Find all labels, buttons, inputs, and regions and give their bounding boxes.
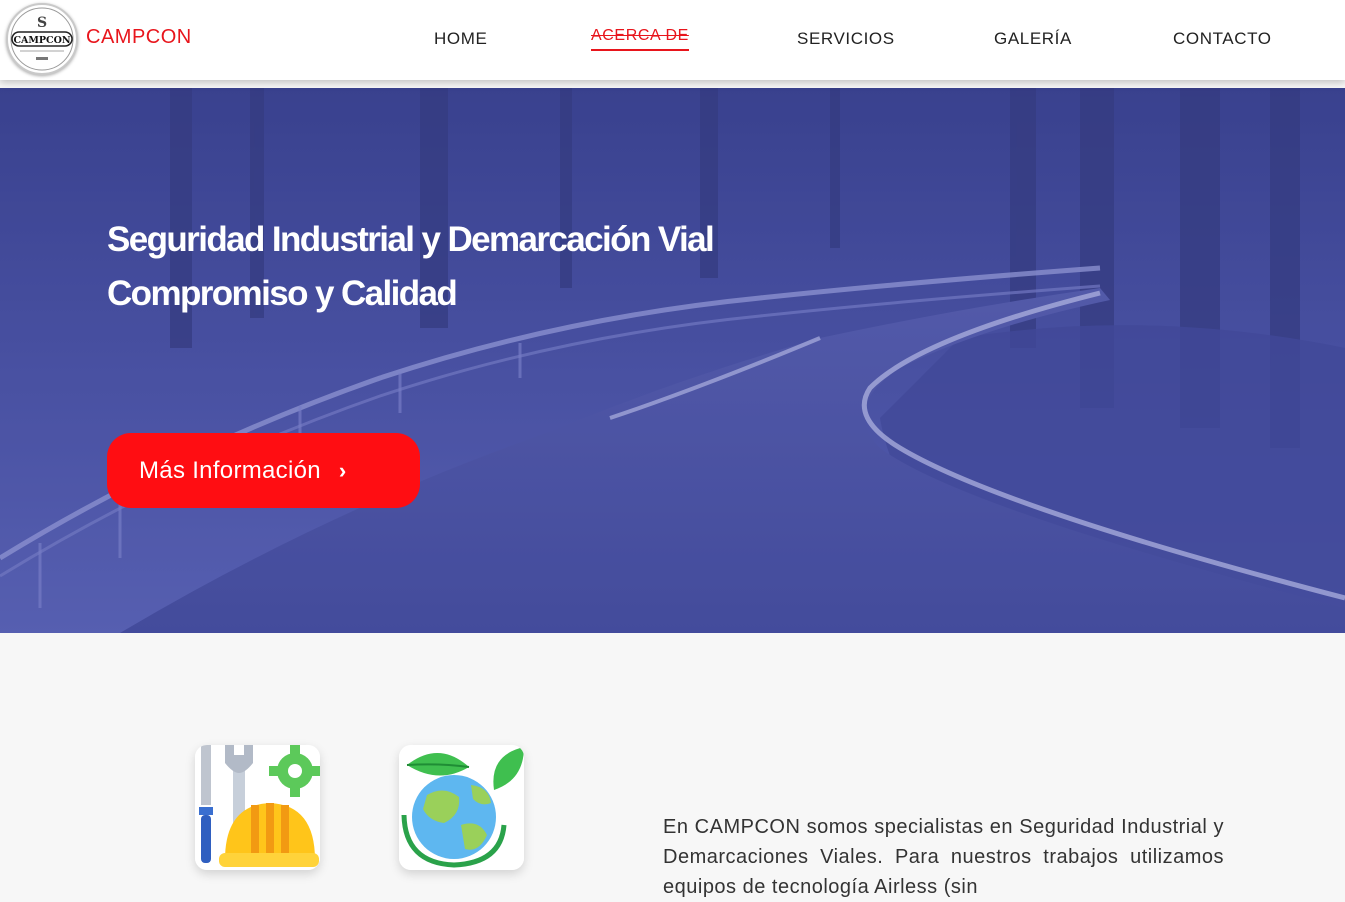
svg-text:S: S: [37, 15, 47, 31]
hero-road-image: [0, 88, 1345, 633]
mas-informacion-button[interactable]: Más Información ›: [107, 433, 420, 508]
mas-informacion-label: Más Información: [139, 456, 321, 484]
industrial-safety-tools-icon: [195, 745, 320, 870]
hero-banner: Seguridad Industrial y Demarcación Vial …: [0, 88, 1345, 633]
nav-home[interactable]: HOME: [434, 29, 487, 49]
logo-emblem: S CAMPCON: [9, 6, 75, 72]
nav-contacto[interactable]: CONTACTO: [1173, 29, 1272, 49]
svg-text:CAMPCON: CAMPCON: [13, 35, 70, 46]
site-header: S CAMPCON CAMPCON HOME ACERCA DE SERVICI…: [0, 0, 1345, 80]
eco-globe-icon: [399, 745, 524, 870]
nav-galeria[interactable]: GALERÍA: [994, 29, 1072, 49]
nav-servicios[interactable]: SERVICIOS: [797, 29, 895, 49]
hero-title-line-2: Compromiso y Calidad: [107, 274, 458, 313]
nav-acerca-de[interactable]: ACERCA DE: [591, 27, 689, 51]
chevron-right-icon: ›: [338, 457, 347, 483]
campcon-logo[interactable]: S CAMPCON: [6, 3, 78, 75]
brand-name[interactable]: CAMPCON: [86, 26, 192, 49]
hero-title: Seguridad Industrial y Demarcación Vial …: [107, 213, 715, 321]
about-text: En CAMPCON somos specialistas en Segurid…: [663, 816, 1224, 898]
hero-title-line-1: Seguridad Industrial y Demarcación Vial: [107, 220, 715, 259]
